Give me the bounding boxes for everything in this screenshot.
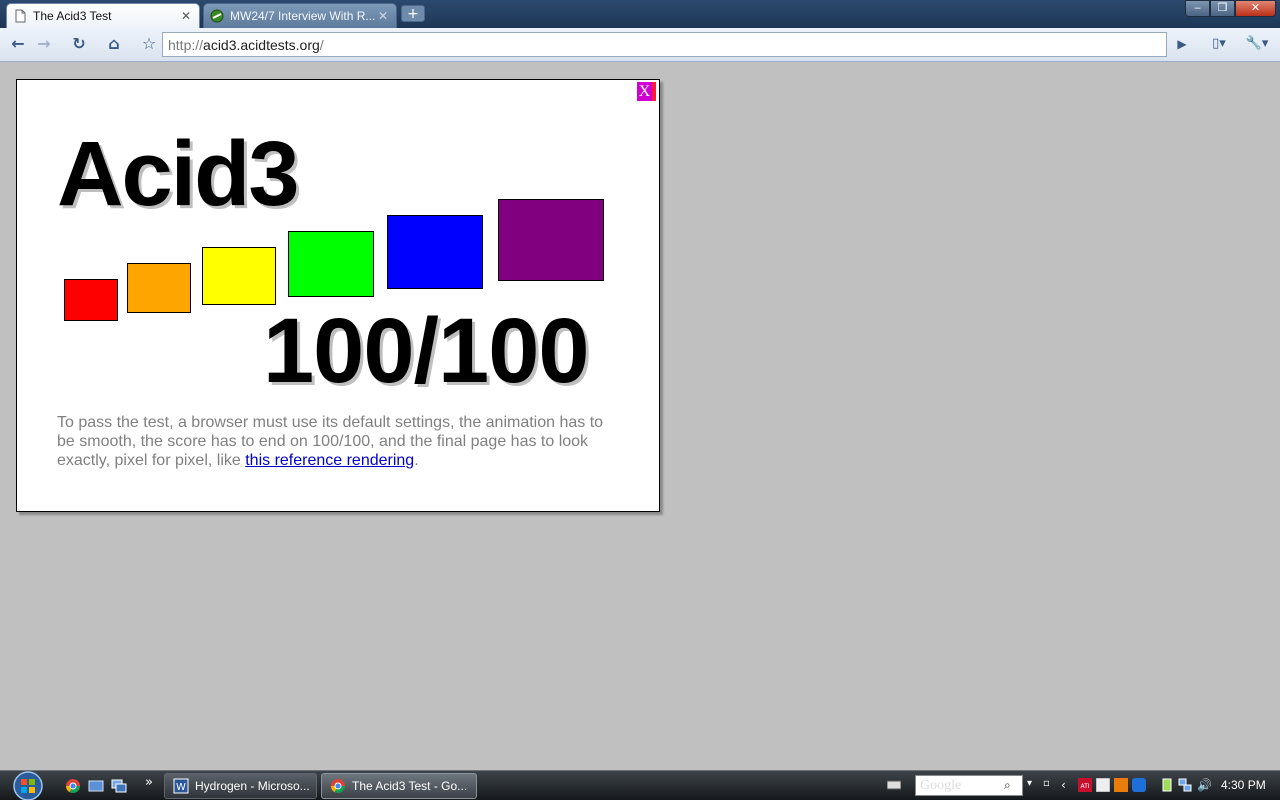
tab-close-icon[interactable]: ✕ [179, 9, 193, 23]
tools-menu-button[interactable]: 🔧▾ [1240, 33, 1274, 55]
tab-title: The Acid3 Test [33, 9, 112, 23]
url-host: acid3.acidtests.org [203, 36, 320, 53]
tab-title: MW24/7 Interview With R... [230, 9, 376, 23]
bucket-2 [127, 263, 191, 313]
quicklaunch-more-icon[interactable]: » [145, 775, 153, 790]
show-desktop-icon[interactable] [87, 778, 105, 794]
acid3-title: Acid3 [57, 123, 300, 225]
maximize-button[interactable]: ❐ [1210, 0, 1235, 17]
tray-expand-icon[interactable]: ‹ [1061, 778, 1075, 792]
mw-favicon-icon [210, 9, 224, 23]
tab-close-icon[interactable]: ✕ [376, 9, 390, 23]
back-arrow-icon: ← [11, 34, 25, 53]
network-tray-icon[interactable] [1178, 778, 1192, 792]
keyboard-icon[interactable] [887, 778, 901, 792]
acid3-close-button[interactable]: X [637, 82, 656, 101]
svg-text:W: W [176, 782, 186, 793]
taskbar-item-label: The Acid3 Test - Go... [352, 779, 468, 793]
windows-taskbar: » W Hydrogen - Microso... The Acid3 Test… [0, 770, 1280, 800]
description-end: . [414, 452, 419, 469]
star-icon: ☆ [141, 34, 157, 53]
taskbar-clock[interactable]: 4:30 PM [1221, 778, 1266, 792]
new-tab-button[interactable]: + [401, 5, 425, 22]
wrench-icon: 🔧▾ [1245, 36, 1269, 51]
go-button[interactable]: ▶ [1170, 33, 1194, 55]
bucket-6 [498, 199, 604, 281]
home-icon: ⌂ [108, 34, 120, 53]
forward-button[interactable]: → [32, 33, 56, 55]
bucket-4 [288, 231, 374, 297]
ati-tray-icon[interactable]: ATI [1078, 778, 1092, 792]
reload-icon: ↻ [72, 34, 86, 53]
home-button[interactable]: ⌂ [102, 33, 126, 55]
tab-acid3[interactable]: The Acid3 Test ✕ [6, 3, 200, 28]
browser-toolbar: ← → ↻ ⌂ ☆ http://acid3.acidtests.org / ▶ … [0, 28, 1280, 62]
address-bar[interactable]: http://acid3.acidtests.org / [162, 32, 1167, 57]
power-tray-icon[interactable] [1160, 778, 1174, 792]
windows-start-orb-icon[interactable] [6, 771, 50, 800]
svg-text:ATI: ATI [1080, 783, 1089, 790]
search-magnifier-icon[interactable]: ⌕ [1004, 778, 1018, 792]
acid3-description: To pass the test, a browser must use its… [57, 413, 617, 470]
back-button[interactable]: ← [6, 33, 30, 55]
forward-arrow-icon: → [37, 34, 51, 53]
close-window-button[interactable]: ✕ [1235, 0, 1276, 17]
url-scheme: http:// [168, 36, 204, 53]
chrome-quicklaunch-icon[interactable] [64, 778, 82, 794]
acid3-panel: X Acid3 100/100 To pass the test, a brow… [16, 79, 660, 512]
page-icon [15, 9, 26, 23]
minimize-button[interactable]: ‒ [1185, 0, 1210, 17]
taskbar-item-word[interactable]: W Hydrogen - Microso... [164, 773, 317, 799]
acid3-score: 100/100 [263, 300, 590, 402]
tab-strip: The Acid3 Test ✕ MW24/7 Interview With R… [0, 0, 1280, 28]
reference-rendering-link[interactable]: this reference rendering [245, 452, 414, 469]
desktop-toolbar-icon[interactable]: ▫ [1043, 778, 1057, 792]
switch-windows-icon[interactable] [110, 778, 128, 794]
taskbar-item-label: Hydrogen - Microso... [195, 779, 310, 793]
go-arrow-icon: ▶ [1177, 37, 1187, 51]
bucket-5 [387, 215, 483, 289]
bucket-1 [64, 279, 118, 321]
bucket-3 [202, 247, 276, 305]
bookmark-star-button[interactable]: ☆ [137, 33, 161, 55]
app-tray-icon[interactable] [1096, 778, 1110, 792]
bluetooth-tray-icon[interactable] [1132, 778, 1146, 792]
taskbar-item-chrome[interactable]: The Acid3 Test - Go... [321, 773, 477, 799]
page-content: X Acid3 100/100 To pass the test, a brow… [0, 63, 1280, 770]
chrome-app-icon [331, 779, 345, 793]
url-path: / [319, 36, 324, 53]
volume-icon[interactable]: 🔊 [1197, 778, 1212, 792]
page-menu-button[interactable]: ▯▾ [1204, 33, 1234, 55]
tab-mw247[interactable]: MW24/7 Interview With R... ✕ [203, 3, 397, 28]
page-menu-icon: ▯▾ [1212, 36, 1226, 51]
java-tray-icon[interactable] [1114, 778, 1128, 792]
reload-button[interactable]: ↻ [67, 33, 91, 55]
search-dropdown-icon[interactable]: ▾ [1027, 778, 1041, 792]
word-app-icon: W [173, 778, 189, 794]
